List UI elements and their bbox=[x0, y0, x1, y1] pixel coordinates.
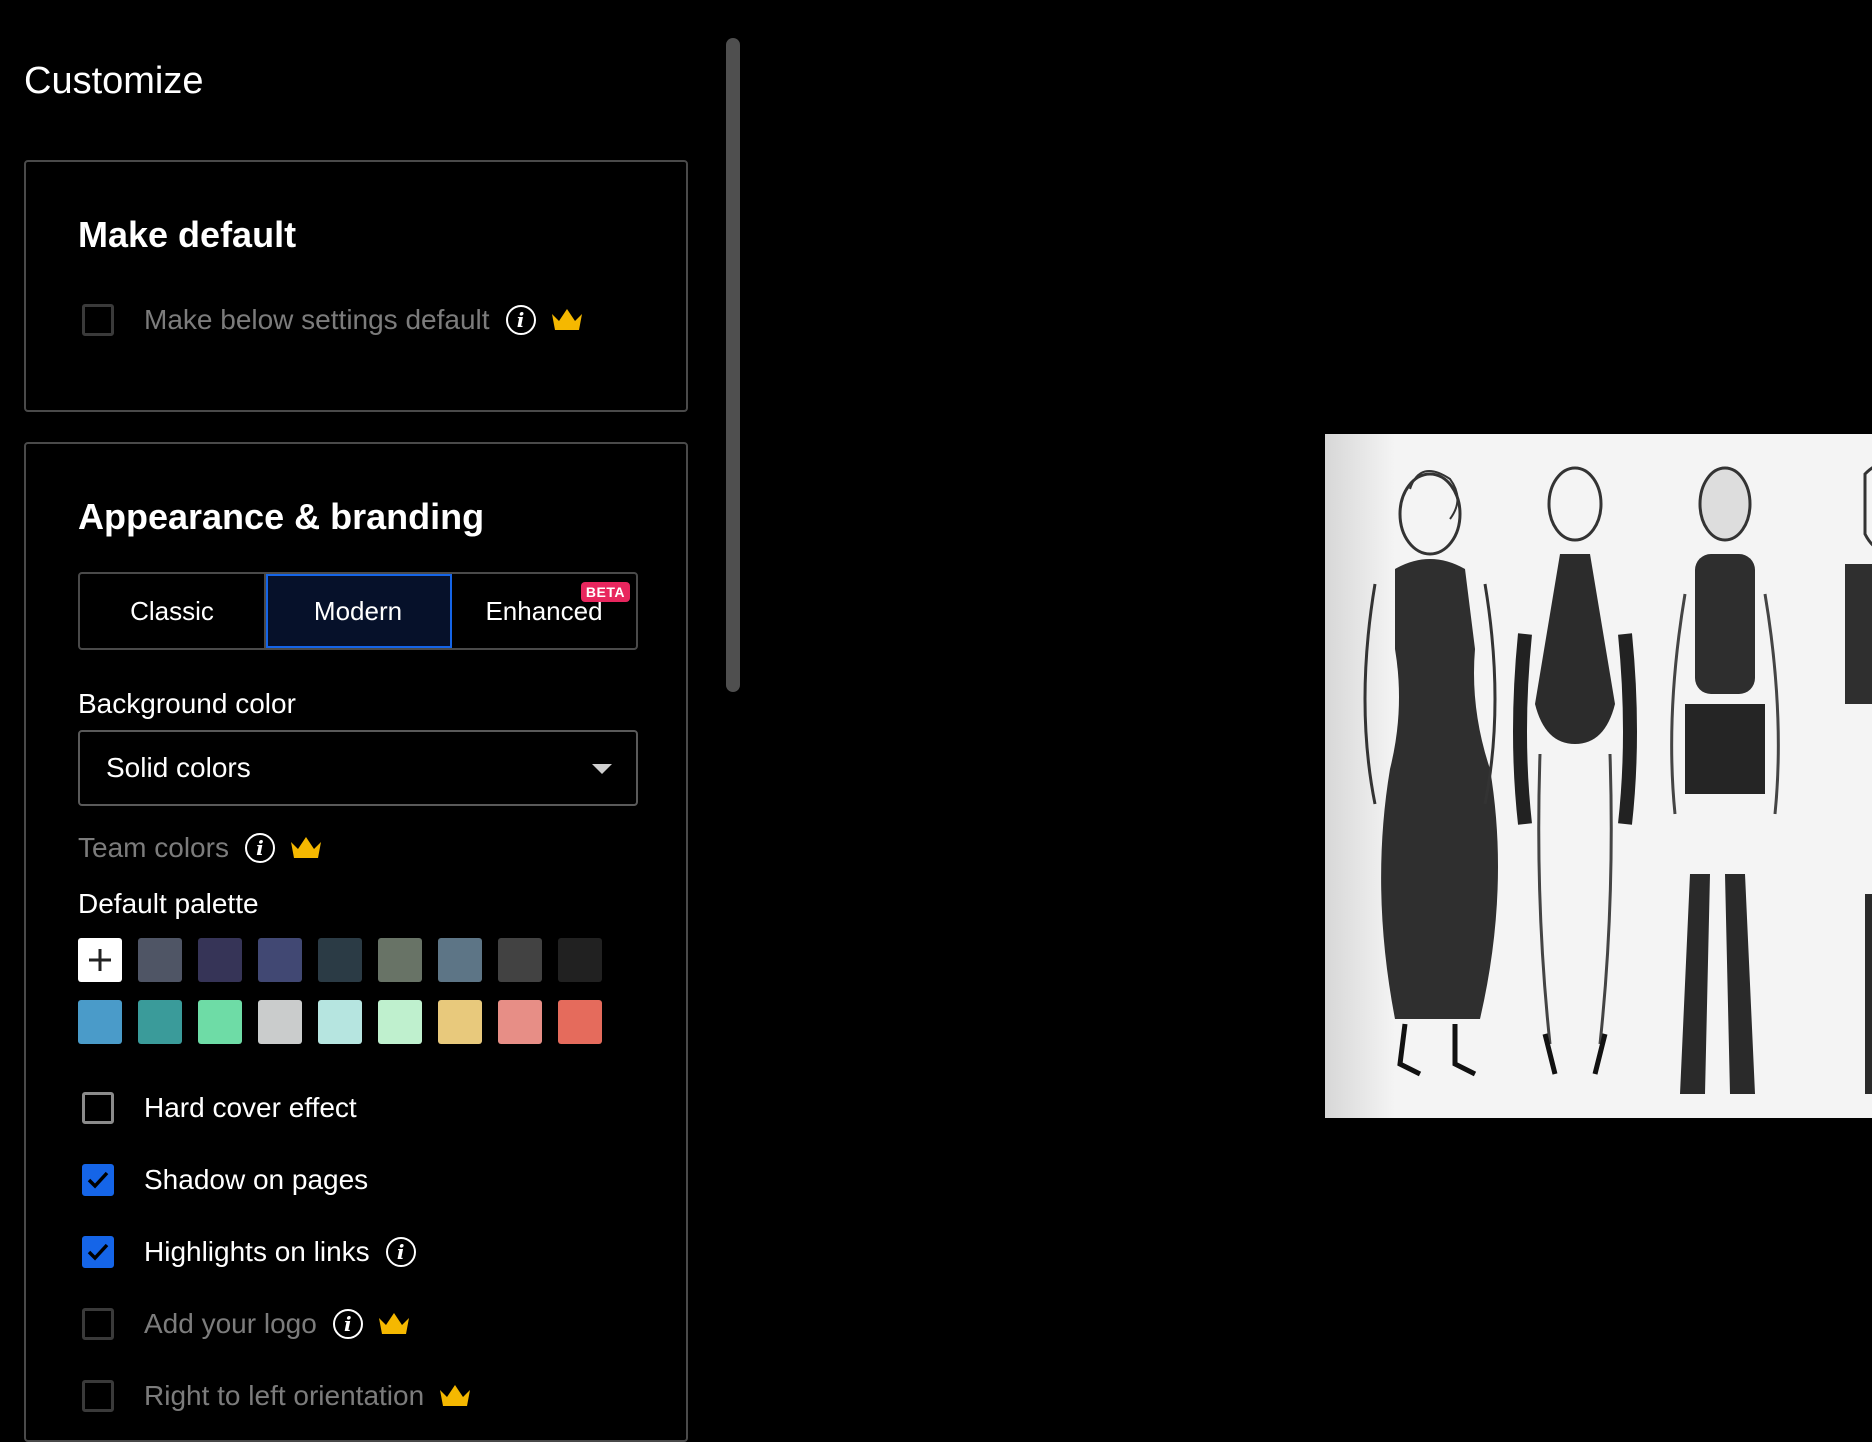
page-title: Customize bbox=[24, 60, 204, 102]
color-swatch[interactable] bbox=[78, 1000, 122, 1044]
customize-panel: Customize Make default Make below settin… bbox=[0, 0, 720, 1442]
beta-badge: BETA bbox=[580, 582, 630, 602]
color-swatch[interactable] bbox=[438, 1000, 482, 1044]
background-color-label: Background color bbox=[78, 688, 296, 719]
make-default-row[interactable]: Make below settings default i bbox=[78, 304, 584, 336]
crown-icon bbox=[440, 1385, 471, 1406]
appearance-mode-selector: Classic Modern Enhanced BETA bbox=[78, 572, 638, 650]
appearance-title: Appearance & branding bbox=[78, 496, 485, 537]
color-swatch[interactable] bbox=[138, 938, 182, 982]
mode-modern-button[interactable]: Modern bbox=[266, 574, 452, 648]
flipbook-preview[interactable] bbox=[1325, 434, 1872, 1118]
color-swatch[interactable] bbox=[198, 1000, 242, 1044]
make-default-checkbox[interactable] bbox=[82, 304, 114, 336]
crown-icon bbox=[378, 1313, 409, 1334]
crown-icon bbox=[551, 309, 582, 330]
color-swatch[interactable] bbox=[318, 1000, 362, 1044]
color-swatch[interactable] bbox=[378, 938, 422, 982]
color-swatch[interactable] bbox=[258, 1000, 302, 1044]
make-default-title: Make default bbox=[78, 214, 297, 255]
highlights-on-links-option[interactable]: Highlights on links i bbox=[78, 1236, 416, 1268]
info-icon[interactable]: i bbox=[244, 833, 275, 863]
shadow-on-pages-checkbox[interactable] bbox=[82, 1164, 114, 1196]
color-swatch[interactable] bbox=[258, 938, 302, 982]
mode-enhanced-button[interactable]: Enhanced BETA bbox=[452, 574, 636, 648]
highlights-on-links-label: Highlights on links bbox=[144, 1236, 370, 1267]
panel-scrollbar[interactable] bbox=[726, 38, 740, 692]
add-logo-label: Add your logo bbox=[144, 1308, 317, 1339]
fashion-sketch-image bbox=[1363, 466, 1872, 1094]
mode-modern-label: Modern bbox=[313, 595, 403, 626]
team-colors-row: Team colors i bbox=[78, 832, 323, 864]
color-swatch[interactable] bbox=[138, 1000, 182, 1044]
color-palette bbox=[78, 938, 638, 1044]
hard-cover-checkbox[interactable] bbox=[82, 1092, 114, 1124]
plus-icon bbox=[89, 949, 111, 971]
rtl-orientation-option[interactable]: Right to left orientation bbox=[78, 1380, 472, 1412]
mode-classic-label: Classic bbox=[130, 595, 214, 626]
chevron-down-icon bbox=[592, 764, 612, 774]
color-swatch[interactable] bbox=[498, 1000, 542, 1044]
check-icon bbox=[87, 1171, 109, 1189]
color-swatch[interactable] bbox=[378, 1000, 422, 1044]
color-swatch[interactable] bbox=[498, 938, 542, 982]
color-swatch[interactable] bbox=[558, 1000, 602, 1044]
color-swatch[interactable] bbox=[318, 938, 362, 982]
info-icon[interactable]: i bbox=[505, 305, 536, 335]
hard-cover-option[interactable]: Hard cover effect bbox=[78, 1092, 357, 1124]
rtl-orientation-label: Right to left orientation bbox=[144, 1380, 425, 1411]
highlights-on-links-checkbox[interactable] bbox=[82, 1236, 114, 1268]
make-default-card: Make default Make below settings default… bbox=[24, 160, 688, 412]
add-logo-checkbox[interactable] bbox=[82, 1308, 114, 1340]
rtl-orientation-checkbox[interactable] bbox=[82, 1380, 114, 1412]
crown-icon bbox=[290, 837, 321, 858]
color-swatch[interactable] bbox=[198, 938, 242, 982]
default-palette-label: Default palette bbox=[78, 888, 259, 919]
check-icon bbox=[87, 1243, 109, 1261]
mode-classic-button[interactable]: Classic bbox=[80, 574, 266, 648]
background-color-value: Solid colors bbox=[106, 752, 251, 783]
add-color-button[interactable] bbox=[78, 938, 122, 982]
team-colors-label: Team colors bbox=[78, 832, 229, 863]
color-swatch[interactable] bbox=[558, 938, 602, 982]
shadow-on-pages-option[interactable]: Shadow on pages bbox=[78, 1164, 368, 1196]
hard-cover-label: Hard cover effect bbox=[144, 1092, 357, 1123]
shadow-on-pages-label: Shadow on pages bbox=[144, 1164, 369, 1195]
color-swatch[interactable] bbox=[438, 938, 482, 982]
background-color-select[interactable]: Solid colors bbox=[78, 730, 638, 806]
info-icon[interactable]: i bbox=[385, 1237, 416, 1267]
make-default-label: Make below settings default bbox=[144, 304, 490, 335]
appearance-card: Appearance & branding Classic Modern Enh… bbox=[24, 442, 688, 1442]
add-logo-option[interactable]: Add your logo i bbox=[78, 1308, 411, 1340]
info-icon[interactable]: i bbox=[332, 1309, 363, 1339]
